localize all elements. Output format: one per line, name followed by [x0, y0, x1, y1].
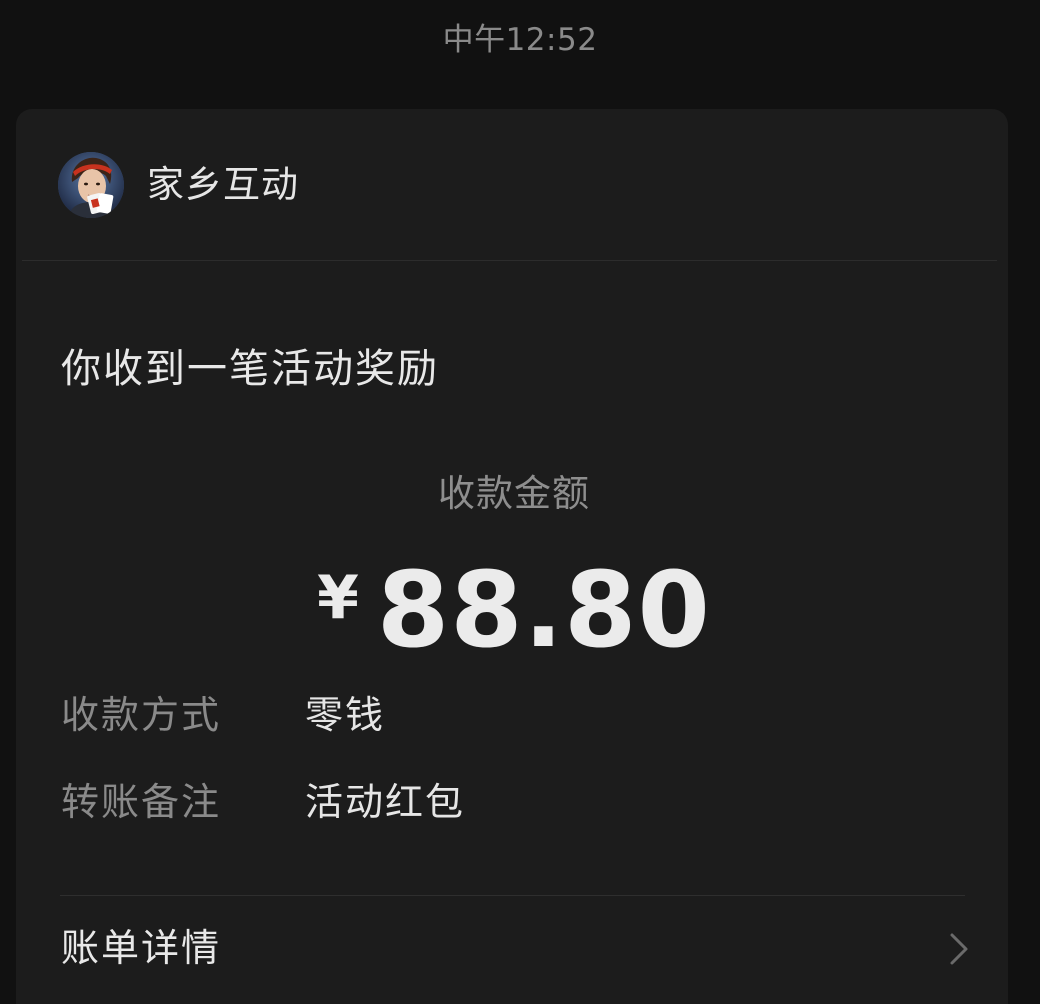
- bill-details-link[interactable]: 账单详情: [16, 909, 1008, 991]
- header-divider: [22, 260, 997, 261]
- detail-key: 收款方式: [61, 693, 222, 737]
- detail-value: 活动红包: [305, 780, 466, 824]
- chevron-right-icon: [950, 933, 968, 965]
- sender-avatar[interactable]: [58, 152, 124, 218]
- screen: 中午12:52 家乡互动 你收到一笔活动奖励 收款金额 ¥ 88.80 收款方式…: [0, 0, 1040, 1004]
- currency-symbol: ¥: [317, 563, 359, 633]
- amount-label: 收款金额: [438, 472, 590, 515]
- card-player-avatar-icon: [58, 152, 124, 218]
- detail-row-payment-method: 收款方式 零钱: [61, 687, 961, 743]
- detail-value: 零钱: [305, 693, 386, 737]
- detail-key: 转账备注: [61, 780, 222, 824]
- amount-display: ¥88.80: [16, 549, 1012, 671]
- card-header[interactable]: 家乡互动: [16, 109, 1008, 261]
- message-title: 你收到一笔活动奖励: [61, 346, 439, 392]
- notification-card[interactable]: 家乡互动 你收到一笔活动奖励 收款金额 ¥88.80 收款方式 零钱 转账备注 …: [16, 109, 1008, 1004]
- amount-value: 88.80: [376, 549, 711, 671]
- sender-name: 家乡互动: [147, 163, 299, 206]
- bill-details-label: 账单详情: [61, 926, 222, 970]
- footer-divider: [60, 895, 965, 896]
- message-timestamp: 中午12:52: [442, 22, 598, 58]
- detail-row-transfer-note: 转账备注 活动红包: [61, 774, 961, 830]
